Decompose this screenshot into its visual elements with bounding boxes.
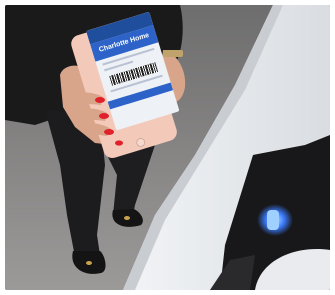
- photo: Charlotte Home: [5, 5, 330, 290]
- left-shoe-buckle: [86, 261, 92, 265]
- phone-footer-band: [107, 82, 174, 110]
- scanner-window: [267, 210, 279, 230]
- nail-2: [99, 113, 109, 119]
- photo-scene: [5, 5, 330, 290]
- watch: [163, 50, 183, 57]
- nail-1: [95, 97, 105, 103]
- nail-3: [104, 129, 114, 135]
- right-shoe-buckle: [124, 216, 130, 220]
- nail-4: [115, 140, 123, 146]
